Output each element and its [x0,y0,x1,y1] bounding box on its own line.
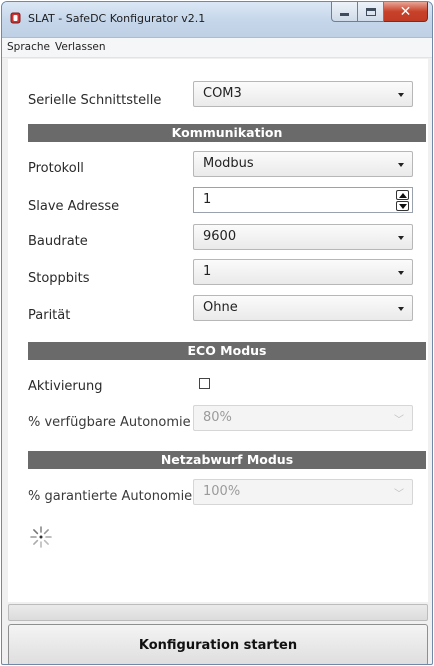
serial-port-label: Serielle Schnittstelle [28,93,162,108]
dropdown-arrow-icon [398,93,404,97]
progress-bar [8,604,428,621]
guaranteed-autonomy-value: 100% [203,484,241,499]
menu-verlassen[interactable]: Verlassen [55,41,106,53]
section-eco: ECO Modus [28,342,426,360]
dropdown-arrow-icon [398,236,404,240]
window-title: SLAT - SafeDC Konfigurator v2.1 [28,12,206,25]
arrow-up-icon [398,192,407,198]
action-area: Konfiguration starten [8,602,428,664]
guaranteed-autonomy-label: % garantierte Autonomie [28,489,193,504]
serial-port-select[interactable]: COM3 [193,81,413,107]
dropdown-arrow-icon [398,271,404,275]
baudrate-select[interactable]: 9600 [193,224,413,250]
arrow-down-icon [398,203,407,209]
guaranteed-autonomy-select[interactable]: 100% ﹀ [193,479,413,505]
protocol-label: Protokoll [28,161,84,176]
stopbits-select[interactable]: 1 [193,259,413,285]
eco-autonomy-select[interactable]: 80% ﹀ [193,405,413,431]
protocol-select[interactable]: Modbus [193,151,413,177]
minimize-icon [340,13,349,16]
serial-port-value: COM3 [203,86,242,101]
parity-select[interactable]: Ohne [193,295,413,321]
loading-spinner-icon [30,526,52,548]
section-load-shedding: Netzabwurf Modus [28,451,426,469]
stopbits-label: Stoppbits [28,271,90,286]
title-bar[interactable]: SLAT - SafeDC Konfigurator v2.1 ✕ [2,2,432,38]
protocol-value: Modbus [203,156,254,171]
baudrate-label: Baudrate [28,234,88,249]
close-icon: ✕ [399,3,412,20]
chevron-down-icon: ﹀ [394,489,404,500]
dropdown-arrow-icon [398,307,404,311]
menu-sprache[interactable]: Sprache [7,41,50,53]
app-icon [10,12,21,24]
dropdown-arrow-icon [398,163,404,167]
close-button[interactable]: ✕ [384,2,428,22]
stopbits-value: 1 [203,264,212,279]
eco-autonomy-label: % verfügbare Autonomie [28,415,191,430]
slave-address-label: Slave Adresse [28,199,120,214]
app-window: SLAT - SafeDC Konfigurator v2.1 ✕ Sprach… [1,1,433,665]
start-configuration-button[interactable]: Konfiguration starten [8,624,428,664]
slave-address-value: 1 [203,192,212,207]
maximize-button[interactable] [358,2,384,22]
increment-button[interactable] [396,190,409,200]
menu-bar: Sprache Verlassen [2,38,432,58]
eco-autonomy-value: 80% [203,410,232,425]
section-communication: Kommunikation [28,124,426,142]
parity-label: Parität [28,308,71,323]
parity-value: Ohne [203,300,238,315]
eco-activation-checkbox[interactable] [199,378,210,389]
slave-address-stepper[interactable]: 1 [193,187,413,213]
minimize-button[interactable] [331,2,358,22]
decrement-button[interactable] [396,201,409,211]
baudrate-value: 9600 [203,229,237,244]
maximize-icon [365,7,376,16]
main-panel: Serielle Schnittstelle COM3 Kommunikatio… [8,59,428,602]
eco-activation-label: Aktivierung [28,379,103,394]
chevron-down-icon: ﹀ [394,415,404,426]
